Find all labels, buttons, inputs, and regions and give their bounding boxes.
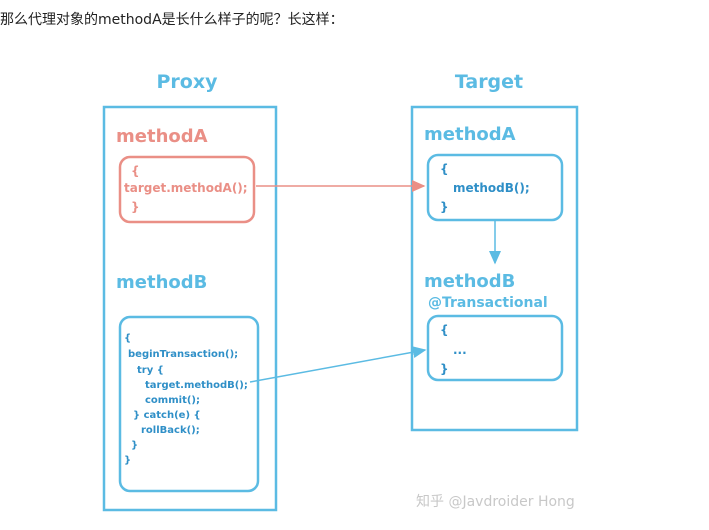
target-methodA-line: methodB(); [453,181,530,195]
proxy-methodA-label: methodA [116,126,208,147]
proxy-methodB-line: commit(); [145,395,200,406]
proxy-methodB-line: } catch(e) { [133,410,201,421]
proxy-methodB-line: } [131,440,138,451]
proxy-title: Proxy [157,71,219,93]
target-methodA-line: } [440,200,449,214]
proxy-methodA-line: } [131,200,140,214]
target-title: Target [455,71,523,93]
proxy-methodB-line: rollBack(); [141,425,200,436]
target-methodB-line: { [440,323,449,337]
proxy-methodA-line: { [131,164,140,178]
target-methodB-line: } [440,362,449,376]
proxy-methodB-label: methodB [116,272,207,293]
target-methodB-label: methodB [424,271,515,292]
transactional-annotation: @Transactional [428,295,548,311]
proxy-methodA-line: target.methodA(); [124,181,248,195]
proxy-methodB-line: target.methodB(); [145,380,248,391]
proxy-target-diagram: Proxy methodA { target.methodA(); } meth… [102,71,579,512]
proxy-methodB-line: { [124,333,131,344]
proxy-methodB-line: try { [137,365,164,376]
watermark: 知乎 @Javdroider Hong [416,493,575,510]
target-methodB-line: ... [453,343,467,357]
proxy-methodB-line: } [124,455,131,466]
target-methodA-line: { [440,162,449,176]
target-methodA-label: methodA [424,124,516,145]
proxy-box [102,105,278,512]
proxy-methodB-line: beginTransaction(); [128,349,238,360]
